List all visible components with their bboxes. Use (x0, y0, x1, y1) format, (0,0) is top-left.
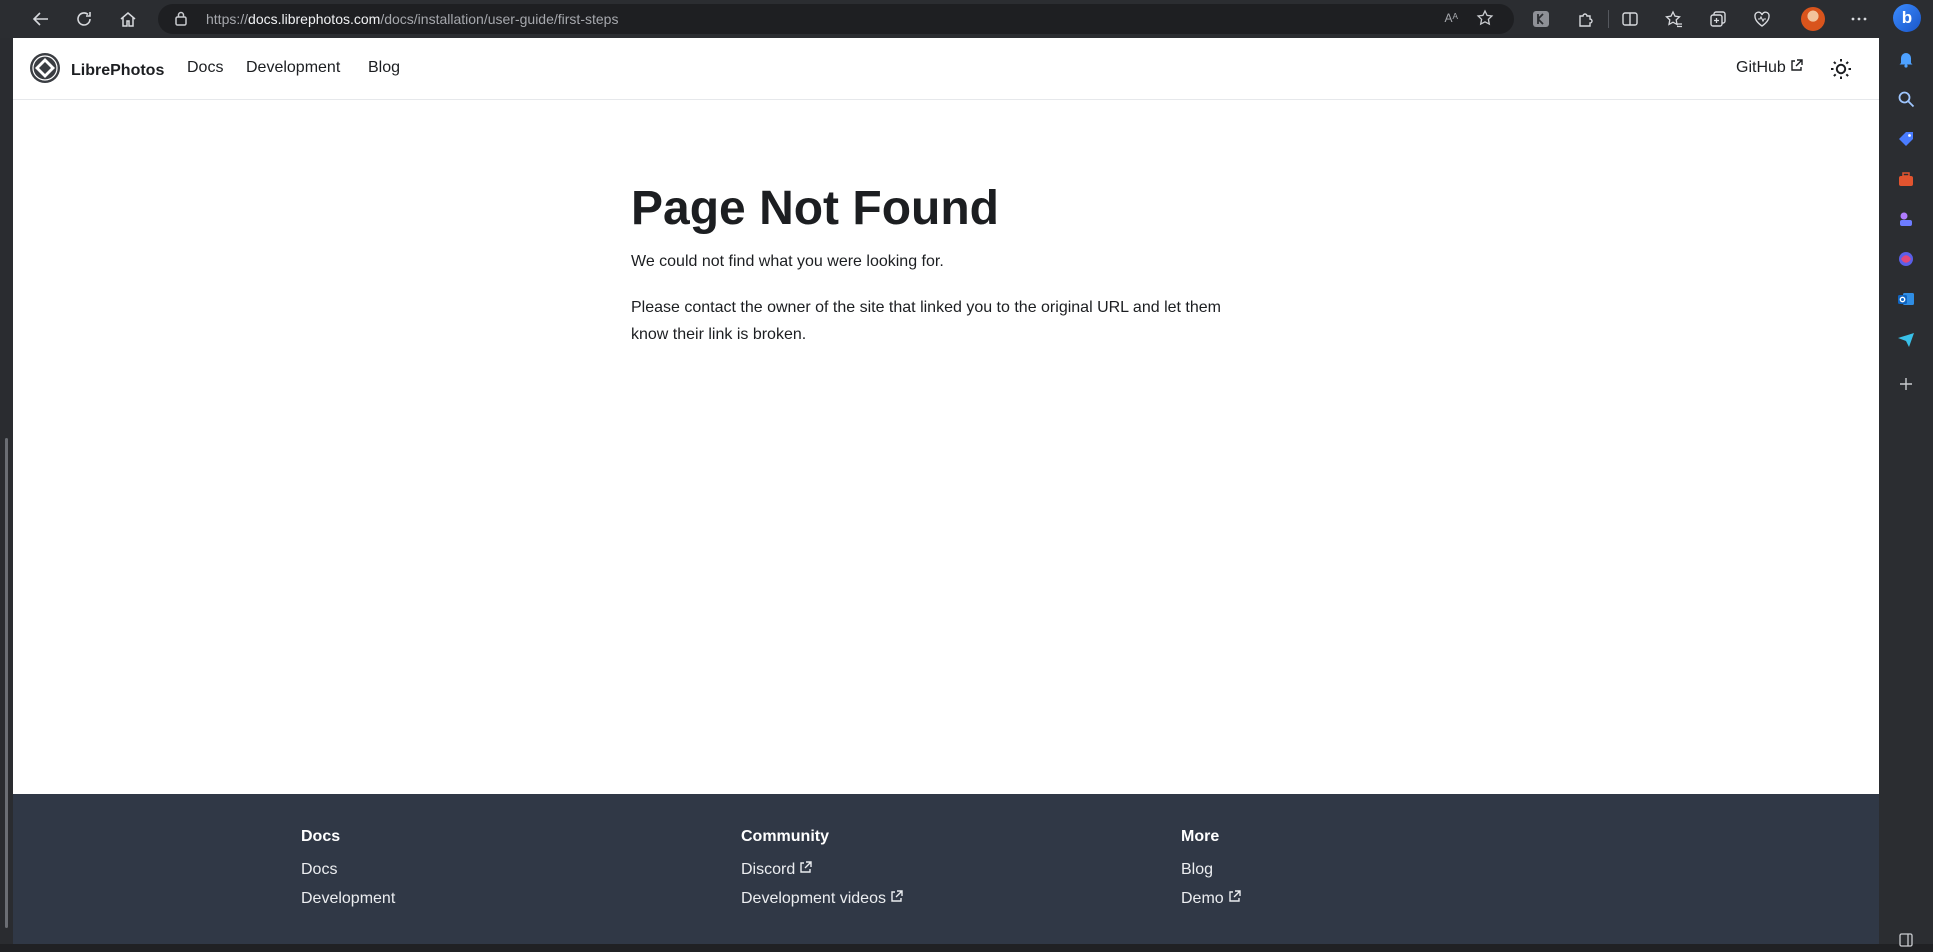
collections-icon[interactable] (1707, 8, 1729, 30)
shopping-tag-icon[interactable] (1894, 127, 1918, 151)
footer-link-blog[interactable]: Blog (1181, 861, 1241, 879)
url-text: https://docs.librephotos.com/docs/instal… (206, 11, 619, 27)
home-icon (120, 12, 136, 27)
drop-send-icon[interactable] (1894, 327, 1918, 351)
browser-essentials-icon[interactable] (1751, 8, 1773, 30)
games-icon[interactable] (1894, 207, 1918, 231)
brand-link[interactable]: LibrePhotos (29, 52, 164, 89)
footer-column-title: Community (741, 828, 829, 845)
favorite-star-icon[interactable] (1476, 9, 1494, 32)
contact-owner-message: Please contact the owner of the site tha… (631, 299, 1221, 343)
footer-column-community: Community Discord Development videos (741, 828, 903, 908)
site-footer: Docs Docs Development Community Discord … (13, 794, 1879, 944)
footer-link-discord[interactable]: Discord (741, 861, 903, 879)
not-found-content: Page Not Found We could not find what yo… (631, 180, 1251, 348)
notification-bell-icon[interactable] (1894, 47, 1918, 71)
lock-icon (174, 10, 188, 31)
extension-k-icon[interactable] (1530, 8, 1552, 30)
not-found-message: We could not find what you were looking … (631, 253, 944, 270)
hide-sidebar-icon[interactable] (1894, 928, 1918, 952)
outlook-icon[interactable] (1894, 287, 1918, 311)
nav-link-docs[interactable]: Docs (187, 59, 223, 77)
external-link-icon (799, 861, 812, 879)
back-button[interactable] (27, 6, 55, 32)
page-title: Page Not Found (631, 182, 999, 235)
search-icon[interactable] (1894, 87, 1918, 111)
bing-copilot-icon[interactable]: b (1893, 4, 1921, 32)
refresh-icon (77, 12, 91, 26)
scrollbar-strip (0, 38, 13, 944)
footer-column-title: Docs (301, 828, 341, 845)
page-viewport: LibrePhotos Docs Development Blog GitHub… (13, 38, 1879, 944)
more-menu-icon[interactable] (1848, 8, 1870, 30)
external-link-icon (1790, 59, 1803, 77)
microsoft-365-icon[interactable] (1894, 247, 1918, 271)
librephotos-logo-icon (29, 52, 61, 89)
favorites-icon[interactable] (1663, 8, 1685, 30)
add-sidebar-app-icon[interactable] (1894, 372, 1918, 396)
nav-link-blog[interactable]: Blog (368, 59, 400, 77)
external-link-icon (890, 890, 903, 908)
refresh-button[interactable] (70, 6, 98, 32)
extensions-puzzle-icon[interactable] (1575, 8, 1597, 30)
home-button[interactable] (114, 6, 142, 32)
footer-column-title: More (1181, 828, 1220, 845)
profile-avatar[interactable] (1801, 7, 1825, 31)
footer-column-docs: Docs Docs Development (301, 828, 395, 908)
nav-link-development[interactable]: Development (246, 59, 340, 77)
footer-link-docs[interactable]: Docs (301, 861, 395, 879)
footer-link-development[interactable]: Development (301, 890, 395, 908)
scrollbar-thumb[interactable] (5, 438, 8, 928)
external-link-icon (1228, 890, 1241, 908)
split-screen-icon[interactable] (1619, 8, 1641, 30)
github-label: GitHub (1736, 59, 1786, 76)
theme-toggle-sun-icon[interactable] (1829, 57, 1853, 81)
browser-toolbar: https://docs.librephotos.com/docs/instal… (0, 0, 1933, 38)
read-aloud-icon[interactable]: Aᴬ (1445, 11, 1458, 25)
tools-briefcase-icon[interactable] (1894, 167, 1918, 191)
brand-name: LibrePhotos (71, 61, 165, 79)
site-navbar: LibrePhotos Docs Development Blog GitHub (13, 38, 1879, 100)
back-arrow-icon (32, 12, 48, 26)
browser-sidebar: b (1879, 0, 1933, 947)
footer-link-development-videos[interactable]: Development videos (741, 890, 903, 908)
address-bar[interactable]: https://docs.librephotos.com/docs/instal… (158, 4, 1514, 34)
footer-link-demo[interactable]: Demo (1181, 890, 1241, 908)
github-link[interactable]: GitHub (1736, 59, 1803, 77)
footer-column-more: More Blog Demo (1181, 828, 1241, 908)
